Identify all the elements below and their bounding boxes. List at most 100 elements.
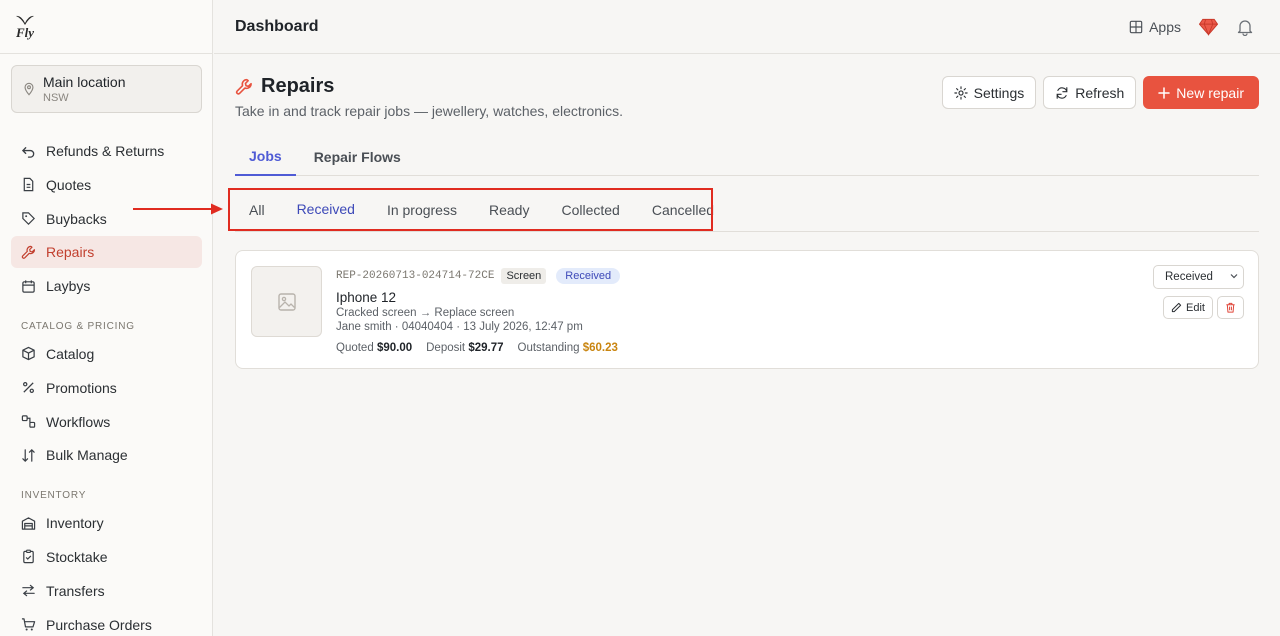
top-bar: Dashboard Apps (214, 0, 1280, 54)
status-badge: Received (556, 268, 621, 284)
sidebar-item-label: Transfers (46, 582, 105, 599)
sidebar-item-refunds[interactable]: Refunds & Returns (11, 135, 202, 167)
grid-icon (1129, 20, 1143, 34)
page-subtitle: Take in and track repair jobs — jeweller… (235, 103, 624, 119)
sidebar-item-label: Catalog (46, 345, 95, 362)
annotation-highlight-box (228, 188, 713, 231)
page-actions: Settings Refresh New repair (941, 76, 1259, 109)
sidebar-item-stocktake[interactable]: Stocktake (11, 541, 202, 573)
edit-label: Edit (1186, 301, 1205, 314)
sidebar-item-transfers[interactable]: Transfers (11, 575, 202, 607)
image-icon (277, 292, 296, 311)
sidebar-item-label: Laybys (46, 278, 91, 295)
sidebar-item-quotes[interactable]: Quotes (11, 169, 202, 201)
logo-area: Fly (0, 0, 212, 54)
sidebar-item-workflows[interactable]: Workflows (11, 406, 202, 438)
top-bar-title: Dashboard (235, 17, 319, 35)
job-meta-row: REP-20260713-024714-72CE Screen Received (336, 267, 621, 285)
issue-description: Cracked screen → Replace screen (336, 307, 515, 319)
chevron-down-icon (1230, 274, 1238, 279)
section-catalog-pricing: CATALOG & PRICING (21, 320, 135, 332)
sidebar-item-catalog[interactable]: Catalog (11, 338, 202, 370)
edit-button[interactable]: Edit (1163, 296, 1213, 319)
refresh-label: Refresh (1075, 84, 1125, 101)
apps-label: Apps (1149, 19, 1181, 35)
sidebar-item-label: Inventory (46, 515, 104, 532)
main-tabs: Jobs Repair Flows (235, 137, 1259, 176)
wrench-icon (235, 78, 252, 95)
new-repair-button[interactable]: New repair (1143, 76, 1259, 109)
new-repair-label: New repair (1176, 84, 1244, 101)
quoted-amount: Quoted $90.00 (336, 342, 413, 354)
tag-icon (21, 211, 36, 226)
job-reference: REP-20260713-024714-72CE (336, 270, 495, 282)
undo-icon (21, 144, 36, 159)
brand-logo[interactable]: Fly (12, 12, 38, 42)
sidebar: Fly Main location NSW Refunds & Returns … (0, 0, 213, 636)
deposit-amount: Deposit $29.77 (426, 342, 504, 354)
sidebar-item-repairs[interactable]: Repairs (11, 236, 202, 269)
card-actions: Edit (1163, 296, 1244, 319)
sidebar-item-promotions[interactable]: Promotions (11, 372, 202, 404)
calendar-icon (21, 279, 36, 294)
image-placeholder (251, 266, 322, 337)
sort-icon (21, 448, 36, 463)
page-title-text: Repairs (261, 75, 335, 97)
sidebar-item-laybys[interactable]: Laybys (11, 270, 202, 302)
sidebar-scroll-edge (11, 117, 202, 135)
gem-icon[interactable] (1199, 18, 1218, 36)
box-icon (21, 346, 36, 361)
transfer-icon (21, 583, 36, 598)
page-title: Repairs (235, 75, 334, 98)
sidebar-item-label: Purchase Orders (46, 616, 152, 633)
cart-icon (21, 617, 36, 632)
map-pin-icon (24, 82, 34, 96)
sidebar-item-label: Buybacks (46, 210, 107, 227)
sidebar-item-purchase-orders[interactable]: Purchase Orders (11, 609, 202, 636)
sidebar-item-label: Quotes (46, 176, 92, 193)
repair-job-card[interactable]: REP-20260713-024714-72CE Screen Received… (235, 250, 1259, 369)
section-inventory: INVENTORY (21, 490, 87, 502)
status-select[interactable]: Received (1153, 265, 1244, 289)
sidebar-item-inventory[interactable]: Inventory (11, 507, 202, 539)
tab-repair-flows[interactable]: Repair Flows (300, 137, 415, 176)
settings-label: Settings (973, 84, 1025, 101)
location-name: Main location (43, 74, 126, 90)
sidebar-item-bulk-manage[interactable]: Bulk Manage (11, 439, 202, 471)
sidebar-nav: Refunds & Returns Quotes Buybacks Repair… (11, 117, 202, 636)
job-info: REP-20260713-024714-72CE Screen Received… (336, 267, 621, 354)
document-icon (21, 177, 36, 192)
tab-jobs[interactable]: Jobs (235, 137, 296, 176)
apps-button[interactable]: Apps (1129, 19, 1181, 35)
location-selector[interactable]: Main location NSW (11, 65, 202, 113)
plus-icon (1158, 86, 1171, 99)
sidebar-item-label: Bulk Manage (46, 447, 128, 464)
wrench-icon (21, 245, 36, 260)
workflow-icon (21, 414, 36, 429)
delete-button[interactable] (1217, 296, 1244, 319)
customer-details: Jane smith · 04040404 · 13 July 2026, 12… (336, 321, 583, 333)
pencil-icon (1171, 302, 1182, 313)
clipboard-icon (21, 549, 36, 564)
top-bar-actions: Apps (1129, 0, 1254, 54)
outstanding-amount: Outstanding $60.23 (517, 342, 618, 354)
trash-icon (1226, 302, 1235, 313)
warehouse-icon (21, 516, 36, 531)
location-region: NSW (43, 92, 69, 104)
settings-button[interactable]: Settings (941, 76, 1037, 109)
brand-text: Fly (15, 25, 35, 40)
gear-icon (953, 85, 968, 100)
category-chip: Screen (501, 268, 547, 284)
sidebar-item-label: Refunds & Returns (46, 143, 165, 159)
refresh-icon (1056, 86, 1068, 99)
bell-icon[interactable] (1236, 18, 1254, 36)
sidebar-item-label: Stocktake (46, 548, 108, 565)
sidebar-item-label: Repairs (46, 244, 95, 261)
status-select-value: Received (1165, 271, 1213, 283)
annotation-arrow (133, 203, 223, 215)
percent-icon (21, 380, 36, 395)
sidebar-item-label: Workflows (46, 413, 111, 430)
refresh-button[interactable]: Refresh (1043, 76, 1137, 109)
money-summary: Quoted $90.00 Deposit $29.77 Outstanding… (336, 342, 620, 354)
sidebar-item-label: Promotions (46, 379, 117, 396)
